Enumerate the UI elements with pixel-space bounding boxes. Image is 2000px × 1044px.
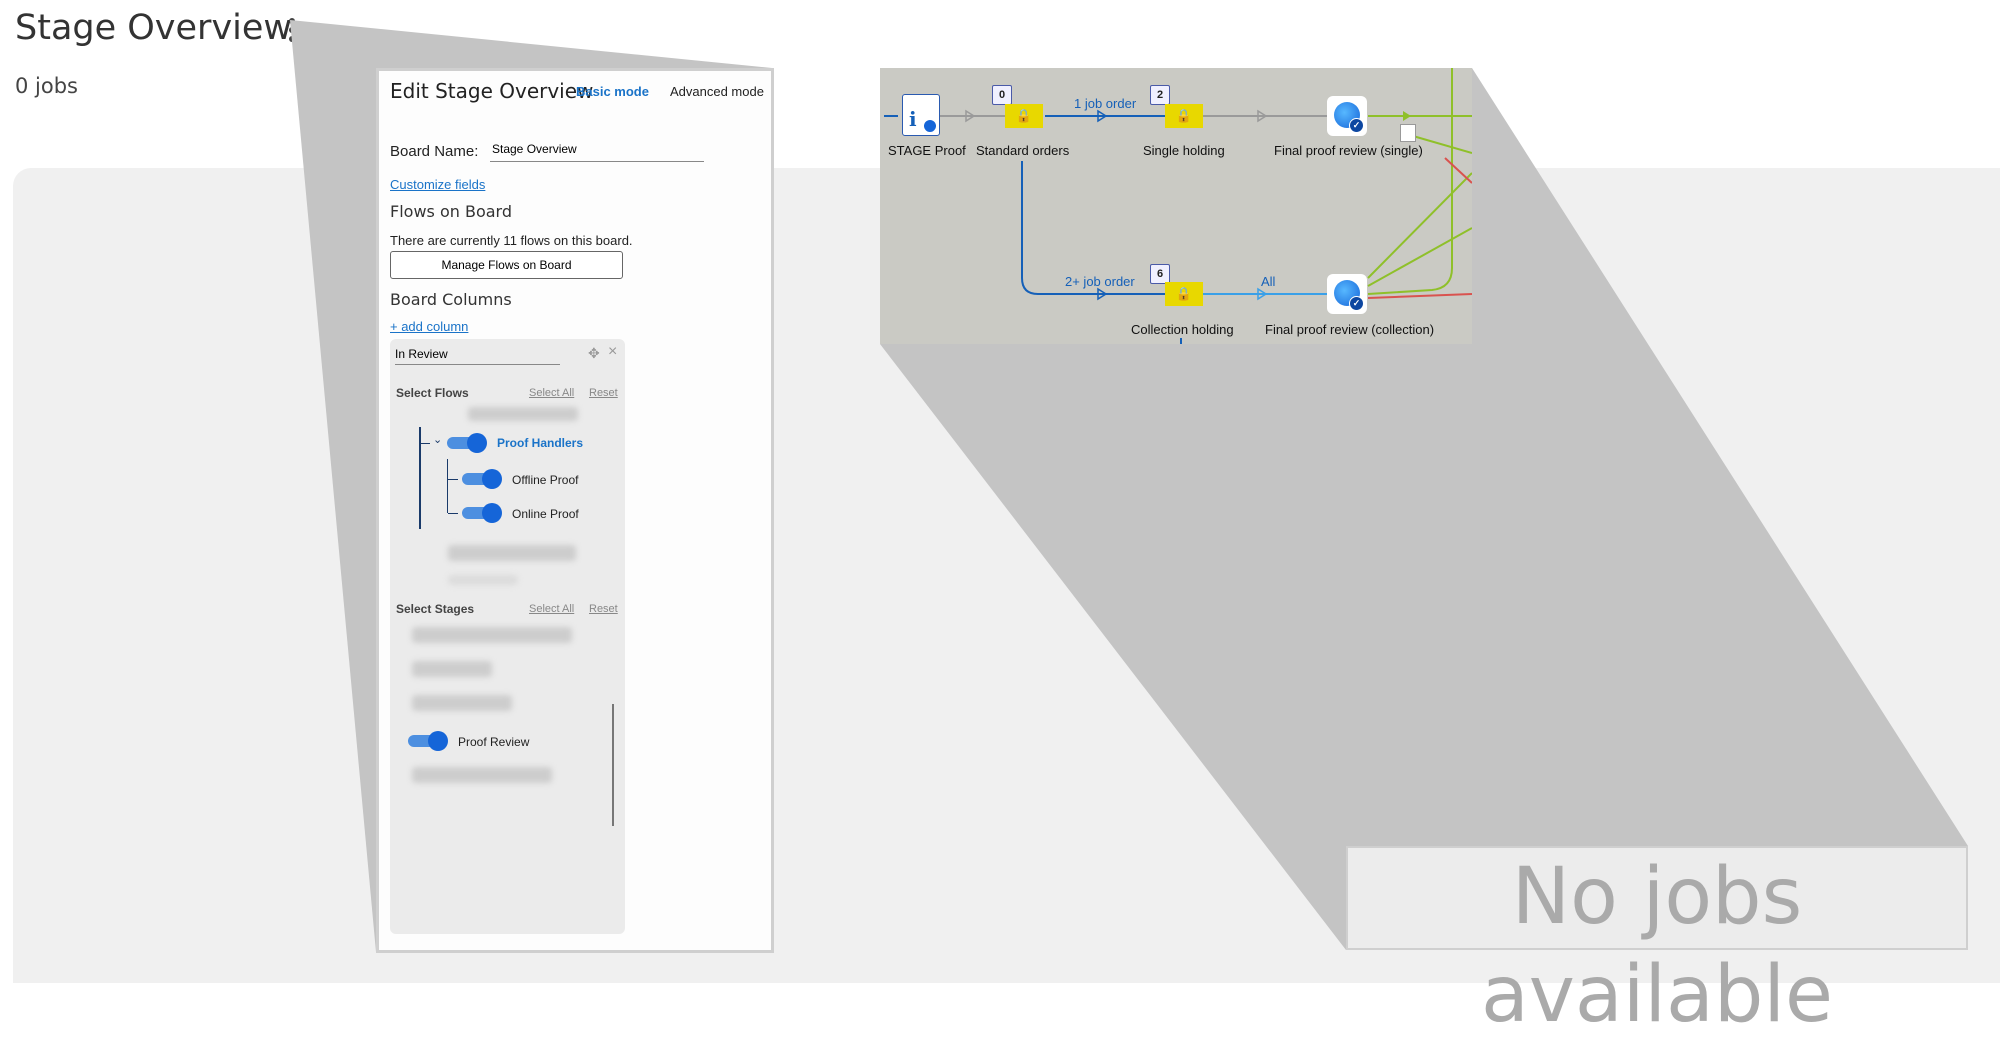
board-name-input[interactable]	[490, 137, 704, 162]
blurred-flow-item	[448, 575, 518, 585]
lock-icon[interactable]: 🔒	[1005, 104, 1043, 128]
basic-mode-link[interactable]: Basic mode	[576, 84, 649, 99]
tree-line	[421, 443, 430, 444]
stage-proof-icon[interactable]: i	[902, 94, 940, 136]
flows-reset-link[interactable]: Reset	[589, 387, 618, 399]
column-name-input[interactable]	[395, 344, 560, 365]
flow-diagram: i STAGE Proof 0 🔒 Standard orders 1 job …	[880, 68, 1472, 344]
close-icon[interactable]: ×	[608, 343, 617, 361]
column-card: ✥ × Select Flows Select All Reset ⌄ Proo…	[390, 339, 625, 934]
flow-label: Online Proof	[512, 507, 579, 521]
page-title: Stage Overview	[15, 8, 293, 48]
flows-info-text: There are currently 11 flows on this boa…	[390, 233, 633, 248]
lock-icon[interactable]: 🔒	[1165, 104, 1203, 128]
stage-label: Proof Review	[458, 735, 530, 749]
select-flows-heading: Select Flows	[396, 386, 469, 400]
single-holding-count: 2	[1150, 85, 1170, 105]
single-holding-label: Single holding	[1143, 143, 1225, 158]
proof-review-icon[interactable]: ✓	[1327, 96, 1367, 136]
blurred-stage-item	[412, 627, 572, 643]
more-options-icon[interactable]	[287, 18, 297, 48]
job-count: 0 jobs	[15, 74, 78, 98]
offline-proof-toggle[interactable]	[462, 469, 502, 489]
tree-line	[448, 479, 458, 480]
columns-heading: Board Columns	[390, 290, 512, 309]
stages-select-all-link[interactable]: Select All	[529, 603, 574, 615]
collection-holding-label: Collection holding	[1131, 322, 1234, 337]
lock-icon[interactable]: 🔒	[1165, 282, 1203, 306]
empty-state-message: No jobs available	[1346, 846, 1968, 1040]
proof-review-icon[interactable]: ✓	[1327, 274, 1367, 314]
blurred-stage-item	[412, 695, 512, 711]
advanced-mode-link[interactable]: Advanced mode	[670, 84, 764, 99]
stages-reset-link[interactable]: Reset	[589, 603, 618, 615]
customize-fields-link[interactable]: Customize fields	[390, 177, 485, 192]
chevron-down-icon[interactable]: ⌄	[433, 433, 442, 446]
flow-group-label: Proof Handlers	[497, 436, 584, 450]
add-column-link[interactable]: + add column	[390, 319, 468, 334]
edit-board-panel: Edit Stage Overview Basic mode Advanced …	[376, 68, 774, 953]
select-stages-heading: Select Stages	[396, 602, 475, 616]
collection-holding-count: 6	[1150, 264, 1170, 284]
stage-proof-label: STAGE Proof	[888, 143, 966, 158]
manage-flows-button[interactable]: Manage Flows on Board	[390, 251, 623, 279]
tree-line	[448, 513, 458, 514]
scrollbar[interactable]	[612, 704, 614, 826]
flow-label: Offline Proof	[512, 473, 579, 487]
final-collection-label: Final proof review (collection)	[1265, 322, 1435, 337]
blurred-flow-item	[468, 407, 578, 421]
standard-orders-count: 0	[992, 85, 1012, 105]
flows-heading: Flows on Board	[390, 202, 512, 221]
online-proof-toggle[interactable]	[462, 503, 502, 523]
flows-select-all-link[interactable]: Select All	[529, 387, 574, 399]
proof-review-toggle[interactable]	[408, 731, 448, 751]
one-job-order-label: 1 job order	[1074, 96, 1137, 111]
document-icon	[1400, 124, 1416, 142]
all-edge-label: All	[1261, 274, 1276, 289]
final-single-label: Final proof review (single)	[1274, 143, 1423, 158]
panel-title: Edit Stage Overview	[390, 79, 594, 103]
move-icon[interactable]: ✥	[588, 345, 600, 362]
blurred-flow-item	[448, 545, 576, 561]
two-plus-job-order-label: 2+ job order	[1065, 274, 1135, 289]
proof-handlers-toggle[interactable]	[447, 433, 487, 453]
standard-orders-label: Standard orders	[976, 143, 1070, 158]
blurred-stage-item	[412, 661, 492, 677]
blurred-stage-item	[412, 767, 552, 783]
board-name-label: Board Name:	[390, 143, 479, 160]
tree-line	[447, 459, 448, 513]
